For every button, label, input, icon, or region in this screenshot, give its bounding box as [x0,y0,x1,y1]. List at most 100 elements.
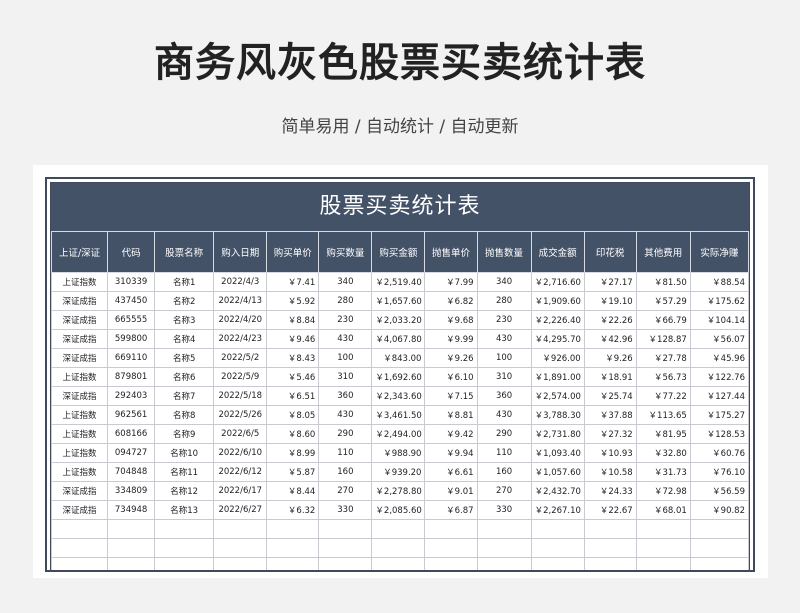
table-cell[interactable]: 2022/4/13 [213,291,268,311]
table-cell[interactable]: ￥2,494.00 [371,424,426,444]
table-cell[interactable]: 上证指数 [51,443,109,463]
table-cell[interactable]: 280 [476,291,532,311]
table-cell[interactable]: 上证指数 [51,405,109,425]
table-cell[interactable]: ￥8.44 [266,481,320,501]
table-cell[interactable]: 深证成指 [51,500,109,520]
table-cell[interactable]: ￥25.74 [583,386,637,406]
table-cell[interactable]: ￥9.42 [424,424,478,444]
table-cell[interactable]: ￥127.44 [689,386,749,406]
table-cell[interactable] [583,538,637,558]
table-cell[interactable]: 160 [318,462,373,482]
table-cell[interactable]: ￥81.50 [635,272,691,292]
table-cell[interactable]: ￥81.95 [635,424,691,444]
table-cell[interactable] [154,557,215,570]
table-cell[interactable]: 310339 [107,272,156,292]
table-cell[interactable]: ￥9.46 [266,329,320,349]
table-cell[interactable]: ￥5.46 [266,367,320,387]
table-cell[interactable]: 110 [476,443,532,463]
table-cell[interactable]: 名称1 [154,272,215,292]
table-cell[interactable]: ￥104.14 [689,310,749,330]
table-cell[interactable]: 669110 [107,348,156,368]
table-cell[interactable] [213,538,268,558]
table-cell[interactable]: 430 [318,329,373,349]
table-cell[interactable]: ￥2,574.00 [530,386,585,406]
table-cell[interactable]: ￥6.61 [424,462,478,482]
table-cell[interactable]: 100 [318,348,373,368]
table-cell[interactable]: 名称7 [154,386,215,406]
table-cell[interactable]: ￥4,067.80 [371,329,426,349]
table-cell[interactable]: ￥113.65 [635,405,691,425]
table-cell[interactable]: 430 [318,405,373,425]
table-cell[interactable]: 深证成指 [51,386,109,406]
table-cell[interactable]: 292403 [107,386,156,406]
table-cell[interactable]: 名称12 [154,481,215,501]
table-cell[interactable] [371,519,426,539]
table-cell[interactable]: ￥1,909.60 [530,291,585,311]
table-cell[interactable]: 437450 [107,291,156,311]
table-cell[interactable] [154,538,215,558]
table-cell[interactable]: ￥68.01 [635,500,691,520]
table-cell[interactable]: 2022/6/10 [213,443,268,463]
table-cell[interactable] [318,538,373,558]
table-cell[interactable]: ￥56.07 [689,329,749,349]
table-cell[interactable]: ￥5.87 [266,462,320,482]
table-cell[interactable]: ￥6.82 [424,291,478,311]
table-cell[interactable]: 上证指数 [51,367,109,387]
table-cell[interactable] [318,557,373,570]
table-cell[interactable]: 290 [318,424,373,444]
table-cell[interactable]: ￥57.29 [635,291,691,311]
table-cell[interactable]: ￥9.68 [424,310,478,330]
table-cell[interactable]: 340 [318,272,373,292]
table-cell[interactable]: ￥22.26 [583,310,637,330]
table-cell[interactable]: 2022/6/5 [213,424,268,444]
table-cell[interactable]: 上证指数 [51,424,109,444]
table-cell[interactable] [583,557,637,570]
table-cell[interactable]: ￥32.80 [635,443,691,463]
table-cell[interactable]: 340 [476,272,532,292]
table-cell[interactable]: ￥8.99 [266,443,320,463]
table-cell[interactable]: ￥76.10 [689,462,749,482]
table-cell[interactable]: ￥8.84 [266,310,320,330]
table-cell[interactable]: ￥2,033.20 [371,310,426,330]
table-cell[interactable] [107,519,156,539]
table-cell[interactable]: 110 [318,443,373,463]
table-cell[interactable]: ￥56.59 [689,481,749,501]
table-cell[interactable]: ￥6.32 [266,500,320,520]
table-cell[interactable]: 330 [476,500,532,520]
table-cell[interactable] [51,538,109,558]
table-cell[interactable]: ￥6.10 [424,367,478,387]
table-cell[interactable] [371,557,426,570]
table-cell[interactable] [213,557,268,570]
table-cell[interactable]: 330 [318,500,373,520]
table-cell[interactable]: ￥9.99 [424,329,478,349]
table-cell[interactable]: ￥2,085.60 [371,500,426,520]
table-cell[interactable] [107,557,156,570]
table-cell[interactable]: 310 [476,367,532,387]
table-cell[interactable]: ￥45.96 [689,348,749,368]
table-cell[interactable] [318,519,373,539]
table-cell[interactable] [635,557,691,570]
table-cell[interactable]: 879801 [107,367,156,387]
table-cell[interactable]: ￥1,657.60 [371,291,426,311]
table-cell[interactable] [266,519,320,539]
table-cell[interactable]: ￥2,267.10 [530,500,585,520]
table-cell[interactable]: 名称11 [154,462,215,482]
table-cell[interactable]: 290 [476,424,532,444]
table-cell[interactable]: ￥1,692.60 [371,367,426,387]
table-cell[interactable] [635,519,691,539]
table-cell[interactable]: ￥7.41 [266,272,320,292]
table-cell[interactable]: ￥122.76 [689,367,749,387]
table-cell[interactable]: 2022/5/9 [213,367,268,387]
table-cell[interactable]: ￥175.27 [689,405,749,425]
table-cell[interactable] [476,519,532,539]
table-cell[interactable]: 665555 [107,310,156,330]
table-cell[interactable]: 名称5 [154,348,215,368]
table-cell[interactable] [476,538,532,558]
table-cell[interactable]: 160 [476,462,532,482]
table-cell[interactable] [689,557,749,570]
table-cell[interactable] [424,519,478,539]
table-cell[interactable] [530,538,585,558]
table-cell[interactable]: 深证成指 [51,348,109,368]
table-cell[interactable]: 2022/4/23 [213,329,268,349]
table-cell[interactable]: 094727 [107,443,156,463]
